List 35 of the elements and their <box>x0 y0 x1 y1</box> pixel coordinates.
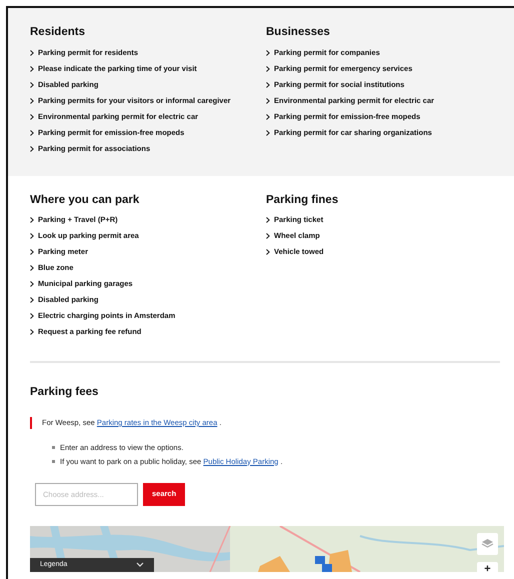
bullet-icon <box>52 446 55 449</box>
chevron-icon <box>30 50 34 56</box>
section-heading: Parking fines <box>266 194 340 206</box>
chevron-icon <box>30 281 34 287</box>
layers-button[interactable] <box>477 532 498 554</box>
chevron-down-icon <box>136 562 144 567</box>
chevron-icon <box>30 98 34 104</box>
chevron-icon <box>30 313 34 319</box>
chevron-icon <box>266 114 270 120</box>
section-heading: Parking fees <box>30 387 100 398</box>
chevron-icon <box>30 249 34 255</box>
chevron-icon <box>266 233 270 239</box>
section-heading: Residents <box>30 27 86 38</box>
chevron-icon <box>266 217 270 223</box>
chevron-icon <box>30 66 34 72</box>
chevron-icon <box>30 217 34 223</box>
zoom-in-button[interactable]: + <box>477 562 498 572</box>
chevron-icon <box>266 82 270 88</box>
bullet-icon <box>52 460 55 463</box>
section-heading: Businesses <box>266 27 331 38</box>
chevron-icon <box>266 130 270 136</box>
chevron-icon <box>30 130 34 136</box>
chevron-icon <box>266 249 270 255</box>
chevron-icon <box>30 265 34 271</box>
chevron-icon <box>30 146 34 152</box>
chevron-icon <box>266 98 270 104</box>
chevron-icon <box>30 297 34 303</box>
chevron-icon <box>266 66 270 72</box>
chevron-icon <box>30 82 34 88</box>
chevron-icon <box>266 50 270 56</box>
section-heading: Where you can park <box>30 194 140 206</box>
layers-icon <box>481 538 494 549</box>
chevron-icon <box>30 329 34 335</box>
chevron-icon <box>30 114 34 120</box>
chevron-icon <box>30 233 34 239</box>
